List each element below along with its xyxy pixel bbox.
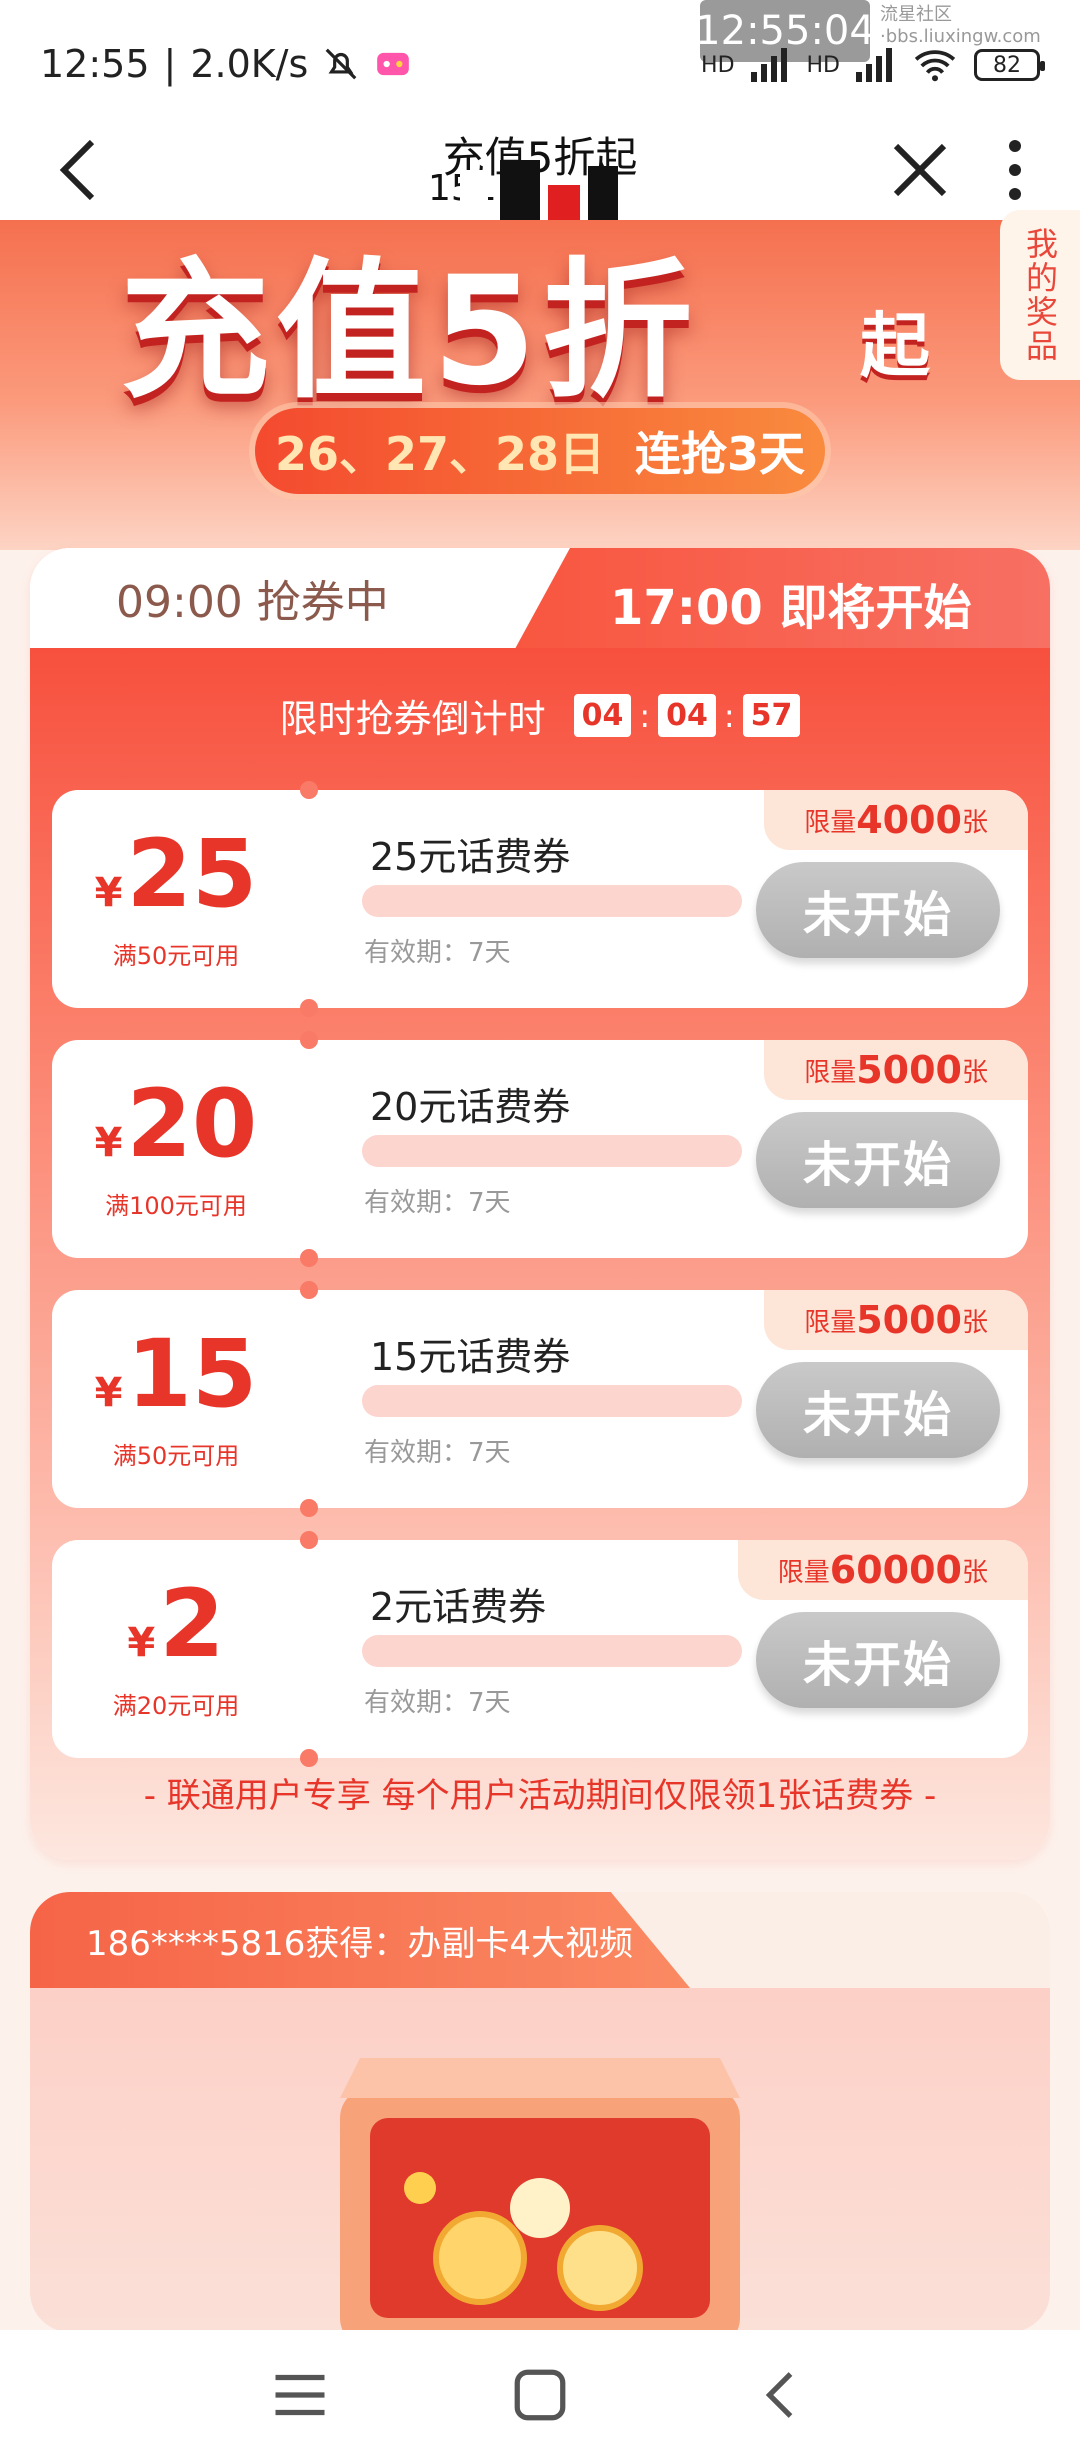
treasure-chest-icon bbox=[340, 2058, 740, 2332]
winner-ticker: 186****5816获得：办副卡4大视频 bbox=[30, 1892, 690, 1988]
watermark: 流星社区·bbs.liuxingw.com bbox=[880, 4, 1041, 47]
my-prizes-tab[interactable]: 我的奖品 bbox=[1000, 210, 1080, 380]
coupon-card: 09:00 抢券中 17:00 即将开始 限时抢券倒计时 04 : 04 : 5… bbox=[30, 548, 1050, 1860]
coupon-item: ¥2 满20元可用 2元话费券 有效期：7天 限量 60000 张 未开始 bbox=[52, 1531, 1028, 1767]
system-nav-bar bbox=[0, 2330, 1080, 2460]
battery-icon: 82 bbox=[974, 49, 1045, 81]
countdown-seconds: 57 bbox=[742, 694, 801, 737]
nav-back-icon[interactable] bbox=[745, 2360, 815, 2430]
coupon-item: ¥20 满100元可用 20元话费券 有效期：7天 限量 5000 张 未开始 bbox=[52, 1031, 1028, 1267]
not-started-button[interactable]: 未开始 bbox=[756, 1112, 1000, 1208]
event-dates: 26、27、28日 bbox=[274, 427, 606, 481]
coupon-item: ¥15 满50元可用 15元话费券 有效期：7天 限量 5000 张 未开始 bbox=[52, 1281, 1028, 1517]
countdown: 限时抢券倒计时 04 : 04 : 57 bbox=[30, 688, 1050, 743]
countdown-minutes: 04 bbox=[658, 694, 716, 737]
coupon-amount: 15 bbox=[126, 1319, 258, 1429]
coupon-item: ¥25 满50元可用 25元话费券 有效期：7天 限量 4000 张 未开始 bbox=[52, 781, 1028, 1017]
tab-panel: 限时抢券倒计时 04 : 04 : 57 ¥25 满50元可用 25元话费券 有… bbox=[30, 648, 1050, 1860]
treasure-illustration bbox=[30, 1988, 1050, 2332]
home-icon[interactable] bbox=[505, 2360, 575, 2430]
session-tabs: 09:00 抢券中 17:00 即将开始 bbox=[30, 548, 1050, 658]
coupon-amount: 2 bbox=[159, 1569, 225, 1679]
coupon-limit-badge: 限量 5000 张 bbox=[764, 1290, 1028, 1350]
coupon-condition: 满20元可用 bbox=[112, 1691, 240, 1720]
status-left: 12:55 | 2.0K/s bbox=[40, 42, 412, 86]
more-icon[interactable] bbox=[990, 130, 1040, 210]
coupon-amount: 20 bbox=[126, 1069, 258, 1179]
close-icon[interactable] bbox=[880, 130, 960, 210]
menu-icon[interactable] bbox=[265, 2360, 335, 2430]
prize-section: 186****5816获得：办副卡4大视频 bbox=[30, 1892, 1050, 2332]
coupon-limit-badge: 限量 5000 张 bbox=[764, 1040, 1028, 1100]
coupon-progress-bar bbox=[362, 1385, 742, 1417]
coupon-validity: 有效期：7天 bbox=[364, 938, 511, 968]
network-label-2: HD bbox=[806, 52, 840, 78]
event-days: 连抢3天 bbox=[635, 427, 806, 481]
not-started-button[interactable]: 未开始 bbox=[756, 1362, 1000, 1458]
event-dates-pill: 26、27、28日 连抢3天 bbox=[255, 408, 825, 494]
not-started-button[interactable]: 未开始 bbox=[756, 1612, 1000, 1708]
wifi-icon bbox=[914, 50, 956, 82]
coupon-limit-badge: 限量 60000 张 bbox=[737, 1540, 1028, 1600]
coupon-validity: 有效期：7天 bbox=[364, 1188, 511, 1218]
coupon-name: 2元话费券 bbox=[370, 1585, 547, 1629]
coupon-amount: 25 bbox=[126, 819, 258, 929]
countdown-hours: 04 bbox=[573, 694, 632, 737]
coupon-name: 25元话费券 bbox=[370, 835, 571, 879]
coupon-name: 20元话费券 bbox=[370, 1085, 571, 1129]
not-started-button[interactable]: 未开始 bbox=[756, 862, 1000, 958]
coupon-condition: 满50元可用 bbox=[112, 941, 240, 970]
promo-banner: 充值5折 起 26、27、28日 连抢3天 bbox=[0, 220, 1080, 550]
coupon-progress-bar bbox=[362, 1135, 742, 1167]
eligibility-note: - 联通用户专享 每个用户活动期间仅限领1张话费券 - bbox=[143, 1776, 937, 1816]
countdown-label: 限时抢券倒计时 bbox=[279, 697, 546, 741]
coupon-condition: 满50元可用 bbox=[112, 1441, 240, 1470]
coupon-condition: 满100元可用 bbox=[105, 1191, 247, 1220]
top-nav: 充值5折起 151 bbox=[0, 120, 1080, 230]
coupon-name: 15元话费券 bbox=[370, 1335, 571, 1379]
network-label-1: HD bbox=[701, 52, 735, 78]
coupon-progress-bar bbox=[362, 885, 742, 917]
coupon-validity: 有效期：7天 bbox=[364, 1688, 511, 1718]
tab-0900[interactable]: 09:00 抢券中 bbox=[30, 548, 550, 648]
signal-icon bbox=[856, 48, 892, 82]
mute-bell-icon bbox=[325, 48, 357, 80]
status-speed: 2.0K/s bbox=[190, 42, 309, 86]
banner-title-suffix: 起 bbox=[860, 305, 930, 387]
coupon-progress-bar bbox=[362, 1635, 742, 1667]
status-time: 12:55 bbox=[40, 42, 150, 86]
tab-1700[interactable]: 17:00 即将开始 bbox=[510, 548, 1050, 658]
status-right: HD HD 82 bbox=[701, 48, 1045, 82]
coupon-validity: 有效期：7天 bbox=[364, 1438, 511, 1468]
signal-icon bbox=[750, 48, 787, 82]
game-icon bbox=[377, 52, 410, 76]
banner-title: 充值5折 bbox=[120, 245, 699, 419]
status-bar: 12:55 | 2.0K/s 12:55:04 流星社区·bbs.liuxing… bbox=[0, 0, 1080, 120]
coupon-limit-badge: 限量 4000 张 bbox=[764, 790, 1028, 850]
